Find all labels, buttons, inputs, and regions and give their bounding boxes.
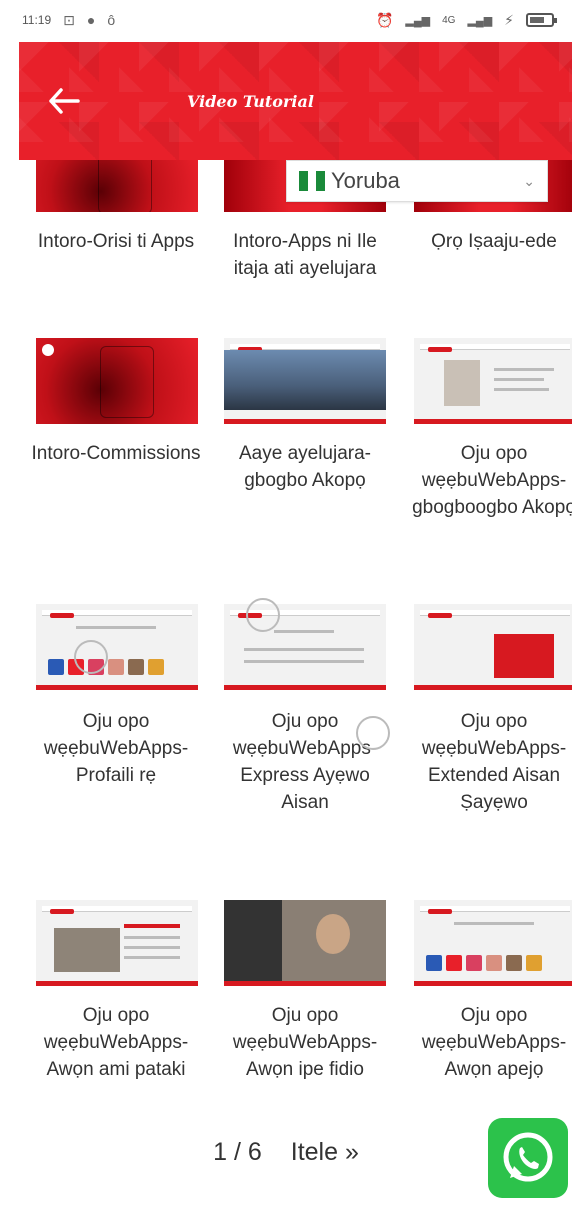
app-bar: Video Tutorial [19,42,572,160]
video-title[interactable]: Intoro-Orisi ti Apps [26,228,206,255]
touch-indicator [356,716,390,750]
video-title[interactable]: Oju opo wẹẹbuWebApps-Awọn ipe fidio [215,1002,395,1083]
touch-indicator [246,598,280,632]
page-title: Video Tutorial [187,91,314,111]
chevron-down-icon: ⌄ [523,172,535,189]
message-icon: ● [86,12,96,28]
signal-icon: ▂▄▆ [405,14,431,27]
video-title[interactable]: Oju opo wẹẹbuWebApps-gbogboogbo Akopọ [404,440,572,521]
status-time: 11:19 [22,13,52,27]
video-title[interactable]: Oju opo wẹẹbuWebApps- Profaili rẹ [26,708,206,789]
signal-icon-2: ▂▄▆ [467,14,493,27]
video-thumbnail[interactable] [36,160,198,212]
arrow-left-icon[interactable] [19,42,109,160]
status-bar: 11:19 ⊡ ● ô ⏰ ▂▄▆ 4G ▂▄▆ ⚡ [0,0,572,40]
video-title[interactable]: Intoro-Commissions [26,440,206,467]
video-title[interactable]: Oju opo wẹẹbuWebApps-Awọn ami pataki [26,1002,206,1083]
video-thumbnail[interactable] [36,604,198,690]
screenshot-icon: ⊡ [63,11,75,28]
page-indicator: 1 / 6 [213,1138,262,1166]
video-title[interactable]: Aaye ayelujara-gbogbo Akopọ [215,440,395,494]
video-thumbnail[interactable] [414,900,572,986]
video-thumbnail[interactable] [224,900,386,986]
video-thumbnail[interactable] [224,338,386,424]
video-title[interactable]: Oju opo wẹẹbuWebApps-Extended Aisan Ṣayẹ… [404,708,572,816]
video-thumbnail[interactable] [414,338,572,424]
video-title[interactable]: Intoro-Apps ni Ile itaja ati ayelujara [215,228,395,282]
nigeria-flag-icon [299,171,326,191]
touch-indicator [74,640,108,674]
network-type: 4G [442,14,456,26]
whatsapp-icon[interactable] [488,1118,568,1198]
charging-icon: ⚡ [504,11,514,28]
video-thumbnail[interactable] [36,900,198,986]
pagination: 1 / 6 Itele » [0,1138,572,1167]
alarm-icon: ⏰ [375,11,394,28]
video-thumbnail[interactable] [414,604,572,690]
video-title[interactable]: Oju opo wẹẹbuWebApps-Awọn apejọ [404,1002,572,1083]
video-title[interactable]: Ọrọ Iṣaaju-ede [404,228,572,255]
language-selected-value: Yoruba [331,168,400,193]
notification-icon: ô [107,12,116,28]
battery-icon [526,13,557,27]
next-page-link[interactable]: Itele » [291,1138,359,1166]
language-select[interactable]: Yoruba ⌄ [286,160,548,202]
video-thumbnail[interactable] [36,338,198,424]
